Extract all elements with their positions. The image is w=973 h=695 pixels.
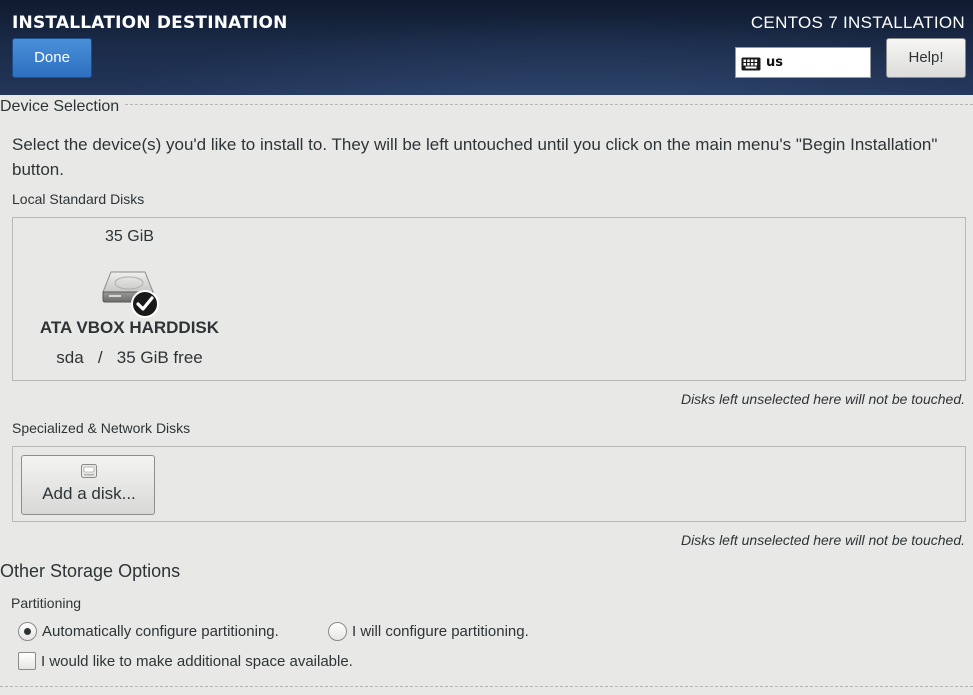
- local-disks-heading: Local Standard Disks: [12, 191, 145, 207]
- device-selection-description: Select the device(s) you'd like to insta…: [12, 135, 938, 179]
- network-disks-panel: Add a disk...: [12, 446, 966, 522]
- disk-name: ATA VBOX HARDDISK: [39, 318, 220, 337]
- network-disks-note: Disks left unselected here will not be t…: [680, 532, 965, 548]
- disk-item-sda[interactable]: 35 GiB ATA VBOX HARDDISK sda / 35 GiB fr…: [27, 228, 232, 378]
- partitioning-heading: Partitioning: [11, 595, 82, 611]
- manual-partition-option[interactable]: I will configure partitioning.: [328, 620, 529, 642]
- additional-space-label: I would like to make additional space av…: [41, 652, 353, 670]
- other-storage-title: Other Storage Options: [0, 561, 181, 581]
- page-title: INSTALLATION DESTINATION: [12, 13, 288, 33]
- keyboard-layout-indicator[interactable]: us: [735, 47, 871, 78]
- manual-partition-radio[interactable]: [328, 621, 347, 641]
- disk-size: 35 GiB: [105, 228, 154, 245]
- local-disks-note: Disks left unselected here will not be t…: [680, 391, 965, 407]
- additional-space-checkbox[interactable]: [18, 652, 36, 670]
- manual-partition-label: I will configure partitioning.: [352, 622, 529, 640]
- keyboard-layout-label: us: [766, 55, 783, 70]
- device-selection-title: Device Selection: [0, 98, 126, 116]
- checkmark-icon: [131, 290, 159, 318]
- additional-space-option[interactable]: I would like to make additional space av…: [18, 650, 353, 672]
- product-title: CENTOS 7 INSTALLATION: [750, 13, 965, 32]
- local-disks-panel: 35 GiB ATA VBOX HARDDISK sda / 35 GiB fr…: [12, 217, 966, 381]
- keyboard-icon: [741, 56, 761, 75]
- header-bar: INSTALLATION DESTINATION Done CENTOS 7 I…: [0, 0, 973, 95]
- disk-detail: sda / 35 GiB free: [56, 348, 203, 367]
- section-divider-top: [0, 104, 973, 105]
- add-disk-button[interactable]: Add a disk...: [21, 455, 155, 515]
- done-button[interactable]: Done: [12, 38, 92, 78]
- disk-add-icon: [81, 463, 97, 482]
- auto-partition-label: Automatically configure partitioning.: [42, 622, 279, 640]
- network-disks-heading: Specialized & Network Disks: [12, 420, 191, 436]
- add-disk-label: Add a disk...: [42, 484, 136, 503]
- auto-partition-option[interactable]: Automatically configure partitioning.: [18, 620, 279, 642]
- help-button[interactable]: Help!: [886, 38, 966, 78]
- auto-partition-radio[interactable]: [18, 621, 37, 641]
- harddisk-icon: [99, 264, 163, 320]
- section-divider-bottom: [0, 686, 973, 687]
